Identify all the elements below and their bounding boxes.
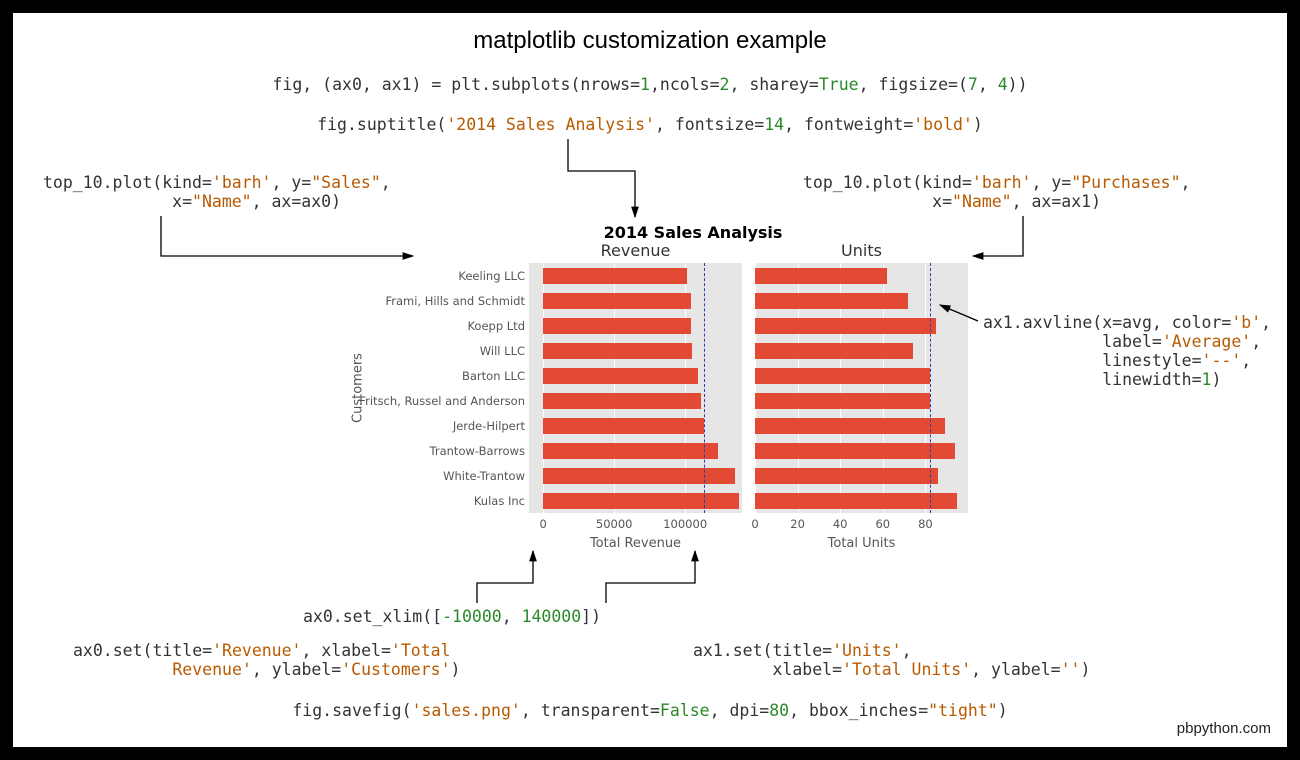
bar	[543, 318, 691, 334]
ytick-label: Kulas Inc	[474, 494, 525, 508]
bar	[543, 343, 692, 359]
matplotlib-figure: 2014 Sales Analysis Revenue Total Revenu…	[423, 231, 963, 561]
bar	[755, 393, 930, 409]
code-savefig: fig.savefig('sales.png', transparent=Fal…	[13, 701, 1287, 720]
xtick-label: 0	[751, 517, 758, 531]
page-title: matplotlib customization example	[13, 27, 1287, 55]
ytick-label: Jerde-Hilpert	[453, 419, 525, 433]
bar	[755, 443, 955, 459]
figure-suptitle: 2014 Sales Analysis	[604, 223, 783, 242]
ytick-label: Will LLC	[480, 344, 525, 358]
code-ax0set: ax0.set(title='Revenue', xlabel='Total R…	[73, 641, 460, 679]
code-subplots: fig, (ax0, ax1) = plt.subplots(nrows=1,n…	[13, 75, 1287, 94]
diagram-frame: matplotlib customization example fig, (a…	[10, 10, 1290, 750]
attribution: pbpython.com	[1177, 720, 1271, 737]
ax0-xlabel: Total Revenue	[590, 536, 681, 551]
bar	[755, 293, 908, 309]
axes-units: Units Total Units 020406080	[755, 263, 968, 513]
bar	[543, 443, 718, 459]
ytick-label: White-Trantow	[443, 469, 525, 483]
bar	[543, 293, 691, 309]
bar	[755, 468, 938, 484]
code-axvline: ax1.axvline(x=avg, color='b', label='Ave…	[983, 313, 1271, 389]
bar	[755, 418, 945, 434]
bar	[755, 343, 913, 359]
axes-revenue: Revenue Total Revenue Customers 05000010…	[529, 263, 742, 513]
average-line	[704, 263, 705, 513]
bar	[755, 368, 930, 384]
bar	[755, 318, 936, 334]
code-suptitle: fig.suptitle('2014 Sales Analysis', font…	[13, 115, 1287, 134]
xtick-label: 20	[790, 517, 805, 531]
xtick-label: 60	[875, 517, 890, 531]
ytick-label: Koepp Ltd	[467, 319, 525, 333]
code-plot0: top_10.plot(kind='barh', y="Sales", x="N…	[43, 173, 391, 211]
xtick-label: 40	[833, 517, 848, 531]
ytick-label: Keeling LLC	[458, 269, 525, 283]
bar	[543, 493, 739, 509]
bar	[543, 468, 735, 484]
ax0-ylabel: Customers	[350, 353, 365, 423]
xtick-label: 100000	[663, 517, 707, 531]
xtick-label: 80	[918, 517, 933, 531]
bar	[543, 268, 686, 284]
code-xlim: ax0.set_xlim([-10000, 140000])	[303, 607, 601, 626]
average-line	[930, 263, 931, 513]
bar	[543, 393, 701, 409]
bar	[755, 493, 957, 509]
code-ax1set: ax1.set(title='Units', xlabel='Total Uni…	[693, 641, 1090, 679]
ax0-title: Revenue	[601, 241, 671, 260]
ytick-label: Frami, Hills and Schmidt	[385, 294, 525, 308]
ax0-plotarea: 050000100000Keeling LLCFrami, Hills and …	[529, 263, 742, 513]
ax1-xlabel: Total Units	[828, 536, 896, 551]
ax1-plotarea: 020406080	[755, 263, 968, 513]
bar	[543, 418, 703, 434]
xtick-label: 50000	[596, 517, 633, 531]
bar	[755, 268, 887, 284]
ytick-label: Trantow-Barrows	[430, 444, 525, 458]
code-plot1: top_10.plot(kind='barh', y="Purchases", …	[803, 173, 1190, 211]
ytick-label: Barton LLC	[462, 369, 525, 383]
xtick-label: 0	[540, 517, 547, 531]
ytick-label: Fritsch, Russel and Anderson	[359, 394, 525, 408]
ax1-title: Units	[841, 241, 882, 260]
bar	[543, 368, 698, 384]
